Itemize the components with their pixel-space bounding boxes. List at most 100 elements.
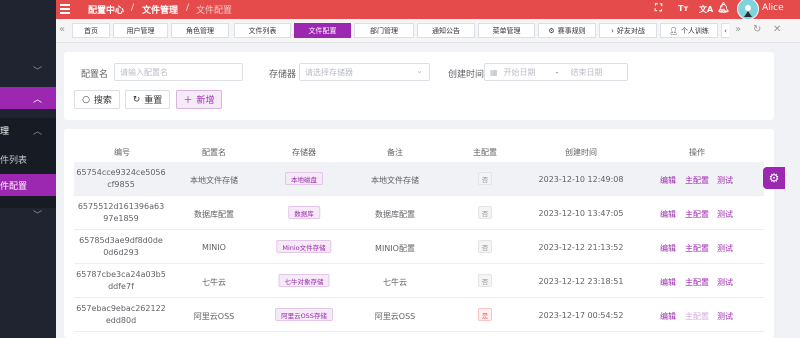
tab-menu-management[interactable]: 菜单管理	[478, 23, 535, 38]
sidebar-item-file-list[interactable]: 件列表	[0, 153, 27, 166]
created-cell: 2023-12-17 00:54:52	[538, 311, 624, 320]
add-button[interactable]: ＋新增	[176, 90, 222, 109]
master-tag: 否	[478, 172, 492, 185]
remark-cell: 阿里云OSS	[374, 312, 416, 321]
breadcrumb-config-center[interactable]: 配置中心	[88, 3, 124, 16]
edit-button[interactable]: 编辑	[660, 175, 676, 186]
tabs-scroll-left-icon[interactable]: «	[59, 24, 65, 35]
tab-match-rules[interactable]: ⚙ 赛事规则	[538, 23, 596, 38]
tab-dept-management[interactable]: 部门管理	[354, 23, 414, 38]
fullscreen-icon[interactable]: ⛶	[655, 3, 662, 14]
test-button[interactable]: 测试	[717, 175, 733, 186]
chevron-down-icon[interactable]: ﹀	[33, 208, 42, 221]
remark-cell: 七牛云	[383, 278, 407, 287]
sidebar-item-config-center[interactable]: ︿	[0, 87, 56, 109]
column-header-name: 配置名	[202, 148, 226, 157]
created-cell: 2023-12-12 21:13:52	[538, 243, 624, 252]
tab-overflow[interactable]: ‹	[721, 23, 729, 38]
chevron-up-icon: ︿	[33, 95, 43, 105]
set-master-button[interactable]: 主配置	[685, 277, 709, 288]
config-table: 编号 配置名 存储器 备注 主配置 创建时间 操作 65754cce9324ce…	[64, 129, 774, 338]
date-range-picker[interactable]: ▦ 开始日期 - 结束日期	[484, 63, 628, 81]
column-header-created: 创建时间	[565, 148, 597, 157]
storage-tag: Minio文件存储	[276, 240, 332, 253]
search-icon: ○	[82, 94, 90, 105]
test-button[interactable]: 测试	[717, 311, 733, 322]
config-name-input[interactable]: 请输入配置名	[114, 63, 243, 81]
storage-tag: 数据库	[288, 206, 320, 219]
tabs-bar: « 首页 用户管理 角色管理 文件列表 文件配置 部门管理 通知公告 菜单管理 …	[56, 19, 800, 43]
refresh-icon: ↻	[132, 94, 141, 105]
remark-cell: 数据库配置	[375, 210, 415, 219]
master-tag: 否	[478, 206, 492, 219]
calendar-icon: ▦	[490, 67, 498, 77]
table-row: 65787cbe3ca24a03b5 ddfe7f 七牛云 七牛对象存储 七牛云 …	[74, 264, 764, 298]
top-bar: 配置中心 / 文件管理 / 文件配置 ⛶ Tт 文A 🔔︎ Alice	[56, 0, 800, 20]
settings-icon[interactable]: ⚙	[763, 167, 785, 189]
sidebar-item-file-management[interactable]: 理	[0, 124, 9, 137]
translate-icon[interactable]: 文A	[699, 4, 713, 15]
column-header-master: 主配置	[473, 148, 497, 157]
search-form: 配置名 请输入配置名 存储器 请选择存储器 ⌄ 创建时间 ▦ 开始日期 - 结束…	[64, 52, 774, 120]
font-size-icon[interactable]: Tт	[678, 4, 688, 13]
storage-tag: 本地磁盘	[285, 172, 323, 185]
storage-select[interactable]: 请选择存储器 ⌄	[299, 63, 430, 81]
table-row: 65754cce9324ce5056 cf9855 本地文件存储 本地磁盘 本地文…	[74, 162, 764, 196]
set-master-button[interactable]: 主配置	[685, 311, 709, 322]
chevron-down-icon[interactable]: ﹀	[33, 64, 42, 77]
search-button[interactable]: ○ 搜索	[74, 90, 120, 109]
table-row: 65785d3ae9df8d0de 0d6d293 MINIO Minio文件存储…	[74, 230, 764, 264]
name-cell: 本地文件存储	[190, 176, 238, 185]
set-master-button[interactable]: 主配置	[685, 209, 709, 220]
remark-cell: MINIO配置	[375, 244, 415, 253]
set-master-button[interactable]: 主配置	[685, 175, 709, 186]
edit-button[interactable]: 编辑	[660, 243, 676, 254]
remark-cell: 本地文件存储	[371, 176, 419, 185]
tab-user-management[interactable]: 用户管理	[113, 23, 168, 38]
test-button[interactable]: 测试	[717, 277, 733, 288]
column-header-remark: 备注	[387, 148, 403, 157]
bell-icon[interactable]: 🔔︎	[717, 3, 730, 14]
sidebar-item-file-config[interactable]: 件配置	[0, 174, 56, 196]
tab-file-list[interactable]: 文件列表	[234, 23, 291, 38]
storage-tag: 阿里云OSS存储	[275, 308, 333, 321]
name-cell: 数据库配置	[194, 210, 234, 219]
column-header-id: 编号	[114, 148, 130, 157]
id-cell: 6575512d161396a63 97e1859	[77, 202, 165, 223]
column-header-storage: 存储器	[292, 148, 316, 157]
id-cell: 65787cbe3ca24a03b5 ddfe7f	[76, 270, 166, 291]
test-button[interactable]: 测试	[717, 209, 733, 220]
tab-file-config[interactable]: 文件配置	[294, 23, 351, 38]
refresh-icon[interactable]: ↻	[753, 24, 761, 35]
edit-button[interactable]: 编辑	[660, 311, 676, 322]
edit-button[interactable]: 编辑	[660, 209, 676, 220]
edit-button[interactable]: 编辑	[660, 277, 676, 288]
reset-button[interactable]: ↻ 重置	[125, 90, 170, 109]
user-name[interactable]: Alice	[762, 3, 784, 13]
table-row: 6575512d161396a63 97e1859 数据库配置 数据库 数据库配置…	[74, 196, 764, 230]
tab-friend-match[interactable]: › 好友对战	[599, 23, 657, 38]
tab-personal-training[interactable]: 👤︎ 个人训练	[660, 23, 718, 38]
avatar[interactable]	[737, 0, 759, 20]
config-name-label: 配置名	[81, 70, 109, 80]
tab-role-management[interactable]: 角色管理	[171, 23, 229, 38]
settings-icon: ⚙	[548, 26, 555, 35]
test-button[interactable]: 测试	[717, 243, 733, 254]
hamburger-menu-icon[interactable]	[60, 4, 70, 14]
id-cell: 65785d3ae9df8d0de 0d6d293	[79, 236, 163, 257]
breadcrumb-file-management[interactable]: 文件管理	[142, 3, 178, 16]
breadcrumb-separator: /	[131, 3, 135, 13]
close-icon[interactable]: ✕	[773, 24, 781, 35]
tab-notice[interactable]: 通知公告	[417, 23, 475, 38]
name-cell: 阿里云OSS	[193, 312, 235, 321]
storage-label: 存储器	[269, 70, 297, 80]
created-cell: 2023-12-12 23:18:51	[538, 277, 624, 286]
id-cell: 65754cce9324ce5056 cf9855	[76, 168, 166, 189]
tab-home[interactable]: 首页	[72, 23, 110, 38]
tabs-scroll-right-icon[interactable]: »	[735, 24, 741, 35]
created-cell: 2023-12-10 13:47:05	[538, 209, 624, 218]
set-master-button[interactable]: 主配置	[685, 243, 709, 254]
breadcrumb-current: 文件配置	[196, 6, 233, 16]
table-row: 657ebac9ebac262122 edd80d 阿里云OSS 阿里云OSS存储…	[74, 298, 764, 332]
chevron-down-icon: ⌄	[416, 66, 423, 75]
